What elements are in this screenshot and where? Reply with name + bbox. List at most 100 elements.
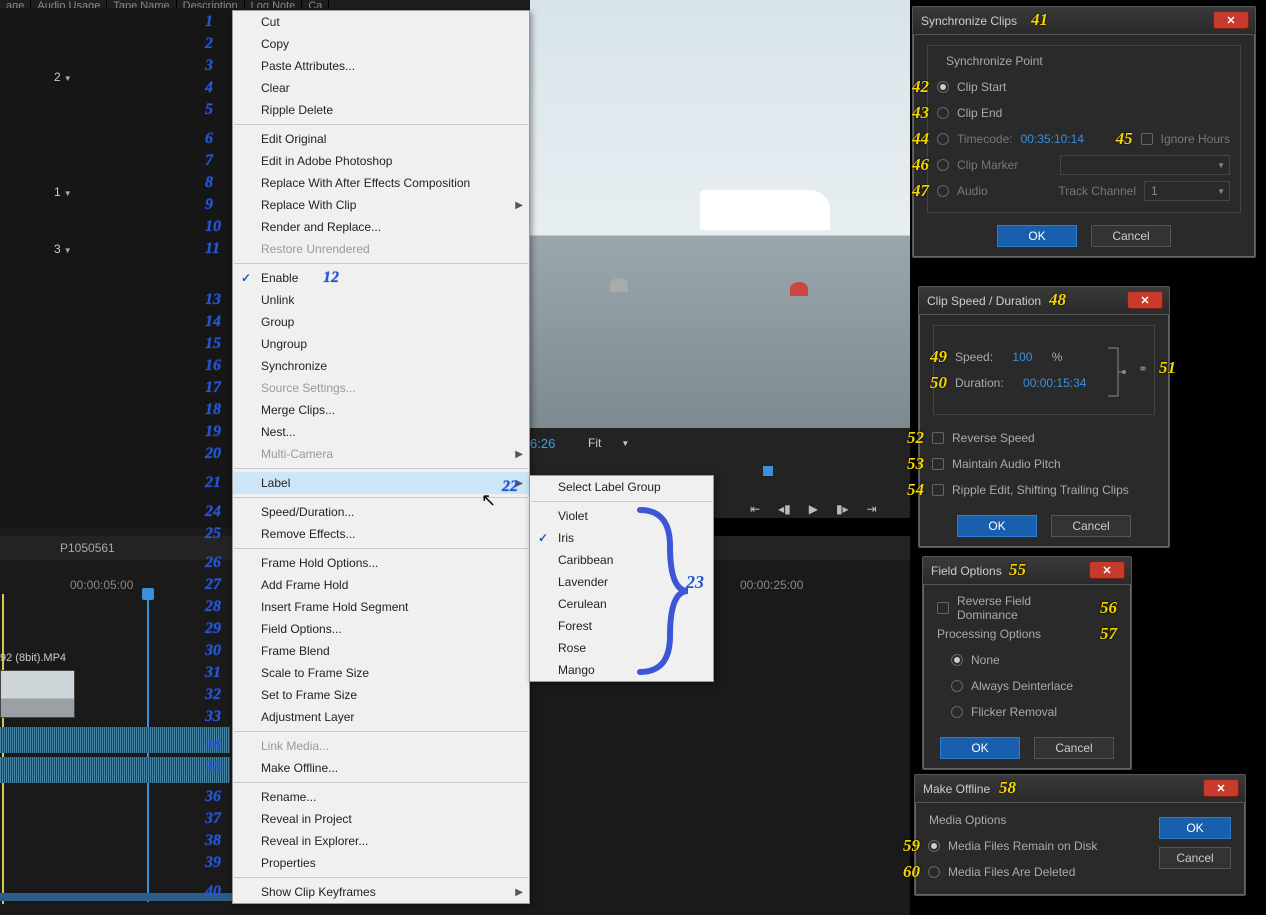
transport-controls[interactable]: ⇤ ◂▮ ▶ ▮▸ ⇥ bbox=[750, 502, 877, 516]
menu-item[interactable]: Replace With After Effects Composition8 bbox=[233, 172, 529, 194]
menu-item[interactable]: Frame Blend30 bbox=[233, 640, 529, 662]
menu-item[interactable]: Speed/Duration...24 bbox=[233, 501, 529, 523]
video-clip-thumb[interactable] bbox=[0, 670, 75, 718]
menu-item[interactable]: 22Select Label Group bbox=[530, 476, 713, 498]
check-ignore-hours[interactable] bbox=[1141, 133, 1153, 145]
label-color-item[interactable]: Violet bbox=[530, 505, 713, 527]
menu-item[interactable]: Insert Frame Hold Segment28 bbox=[233, 596, 529, 618]
column-header[interactable]: age bbox=[0, 0, 31, 8]
column-header[interactable]: Log Note bbox=[245, 0, 303, 8]
column-header[interactable]: Description bbox=[177, 0, 245, 8]
menu-item[interactable]: Make Offline...35 bbox=[233, 757, 529, 779]
menu-item[interactable]: Clear4 bbox=[233, 77, 529, 99]
radio-none[interactable] bbox=[951, 654, 963, 666]
cancel-button[interactable]: Cancel bbox=[1159, 847, 1231, 869]
menu-item[interactable]: Add Frame Hold27 bbox=[233, 574, 529, 596]
zoom-fit-dropdown[interactable]: Fit▼ bbox=[588, 436, 629, 450]
radio-clip-marker[interactable] bbox=[937, 159, 949, 171]
step-fwd-icon[interactable]: ▮▸ bbox=[836, 502, 849, 516]
check-ripple-edit[interactable] bbox=[932, 484, 944, 496]
menu-item[interactable]: Copy2 bbox=[233, 33, 529, 55]
cancel-button[interactable]: Cancel bbox=[1091, 225, 1171, 247]
audio-clip-a2[interactable] bbox=[0, 757, 230, 783]
menu-item[interactable]: Reveal in Project37 bbox=[233, 808, 529, 830]
dialog-titlebar[interactable]: Make Offline 58 ✕ bbox=[915, 775, 1245, 803]
menu-item[interactable]: Paste Attributes...3 bbox=[233, 55, 529, 77]
menu-item[interactable]: Render and Replace...10 bbox=[233, 216, 529, 238]
menu-item[interactable]: Edit Original6 bbox=[233, 128, 529, 150]
dialog-titlebar[interactable]: Synchronize Clips 41 ✕ bbox=[913, 7, 1255, 35]
track-channel-select[interactable]: 1▼ bbox=[1144, 181, 1230, 201]
menu-item[interactable]: Replace With Clip▶9 bbox=[233, 194, 529, 216]
goto-out-icon[interactable]: ⇥ bbox=[867, 502, 877, 516]
label-color-item[interactable]: Cerulean bbox=[530, 593, 713, 615]
check-reverse-dominance[interactable] bbox=[937, 602, 949, 614]
menu-item[interactable]: Show Clip Keyframes▶40 bbox=[233, 881, 529, 903]
timecode-value[interactable]: 00:35:10:14 bbox=[1021, 132, 1084, 146]
ok-button[interactable]: OK bbox=[997, 225, 1077, 247]
menu-item[interactable]: Set to Frame Size32 bbox=[233, 684, 529, 706]
close-button[interactable]: ✕ bbox=[1203, 779, 1239, 797]
step-back-icon[interactable]: ◂▮ bbox=[778, 502, 791, 516]
menu-item[interactable]: Group14 bbox=[233, 311, 529, 333]
menu-item[interactable]: Label▶21 bbox=[233, 472, 529, 494]
radio-deleted[interactable] bbox=[928, 866, 940, 878]
menu-item[interactable]: ✓Enable12 bbox=[233, 267, 529, 289]
menu-item[interactable]: Cut1 bbox=[233, 11, 529, 33]
label-color-item[interactable]: Mango bbox=[530, 659, 713, 681]
track-selector[interactable]: 1▼ bbox=[54, 185, 72, 199]
menu-item[interactable]: Nest...19 bbox=[233, 421, 529, 443]
label-color-item[interactable]: Caribbean bbox=[530, 549, 713, 571]
menu-item[interactable]: Synchronize16 bbox=[233, 355, 529, 377]
timeline-scrollbar[interactable] bbox=[0, 893, 232, 901]
radio-deinterlace[interactable] bbox=[951, 680, 963, 692]
menu-item[interactable]: Adjustment Layer33 bbox=[233, 706, 529, 728]
column-header[interactable]: Audio Usage bbox=[31, 0, 107, 8]
menu-item[interactable]: Rename...36 bbox=[233, 786, 529, 808]
radio-timecode[interactable] bbox=[937, 133, 949, 145]
playhead-head-icon[interactable] bbox=[142, 588, 154, 600]
radio-clip-start[interactable] bbox=[937, 81, 949, 93]
check-maintain-pitch[interactable] bbox=[932, 458, 944, 470]
menu-item[interactable]: Ungroup15 bbox=[233, 333, 529, 355]
label-color-item[interactable]: Forest bbox=[530, 615, 713, 637]
track-selector[interactable]: 3▼ bbox=[54, 242, 72, 256]
close-button[interactable]: ✕ bbox=[1127, 291, 1163, 309]
track-selector[interactable]: 2▼ bbox=[54, 70, 72, 84]
column-header[interactable]: Ca bbox=[302, 0, 329, 8]
dialog-titlebar[interactable]: Field Options 55 ✕ bbox=[923, 557, 1131, 585]
close-button[interactable]: ✕ bbox=[1213, 11, 1249, 29]
menu-item[interactable]: Merge Clips...18 bbox=[233, 399, 529, 421]
radio-remain-on-disk[interactable] bbox=[928, 840, 940, 852]
check-reverse-speed[interactable] bbox=[932, 432, 944, 444]
radio-audio[interactable] bbox=[937, 185, 949, 197]
menu-item[interactable]: Frame Hold Options...26 bbox=[233, 552, 529, 574]
menu-item[interactable]: Unlink13 bbox=[233, 289, 529, 311]
close-button[interactable]: ✕ bbox=[1089, 561, 1125, 579]
duration-value[interactable]: 00:00:15:34 bbox=[1023, 376, 1086, 390]
menu-item[interactable]: Scale to Frame Size31 bbox=[233, 662, 529, 684]
label-color-item[interactable]: Rose bbox=[530, 637, 713, 659]
menu-item[interactable]: Ripple Delete5 bbox=[233, 99, 529, 121]
goto-in-icon[interactable]: ⇤ bbox=[750, 502, 760, 516]
menu-item[interactable]: Properties39 bbox=[233, 852, 529, 874]
ok-button[interactable]: OK bbox=[940, 737, 1020, 759]
column-header[interactable]: Tape Name bbox=[107, 0, 176, 8]
radio-clip-end[interactable] bbox=[937, 107, 949, 119]
cancel-button[interactable]: Cancel bbox=[1051, 515, 1131, 537]
audio-clip-a1[interactable] bbox=[0, 727, 230, 753]
marker-select[interactable]: ▼ bbox=[1060, 155, 1230, 175]
ok-button[interactable]: OK bbox=[1159, 817, 1231, 839]
speed-value[interactable]: 100 bbox=[1012, 350, 1032, 364]
menu-item[interactable]: Edit in Adobe Photoshop7 bbox=[233, 150, 529, 172]
menu-item[interactable]: Reveal in Explorer...38 bbox=[233, 830, 529, 852]
label-color-item[interactable]: ✓Iris bbox=[530, 527, 713, 549]
link-icon[interactable]: ⚭ bbox=[1138, 362, 1148, 376]
dialog-titlebar[interactable]: Clip Speed / Duration 48 ✕ bbox=[919, 287, 1169, 315]
radio-flicker[interactable] bbox=[951, 706, 963, 718]
menu-item[interactable]: Remove Effects...25 bbox=[233, 523, 529, 545]
cancel-button[interactable]: Cancel bbox=[1034, 737, 1114, 759]
play-icon[interactable]: ▶ bbox=[809, 502, 818, 516]
menu-item[interactable]: Field Options...29 bbox=[233, 618, 529, 640]
ok-button[interactable]: OK bbox=[957, 515, 1037, 537]
